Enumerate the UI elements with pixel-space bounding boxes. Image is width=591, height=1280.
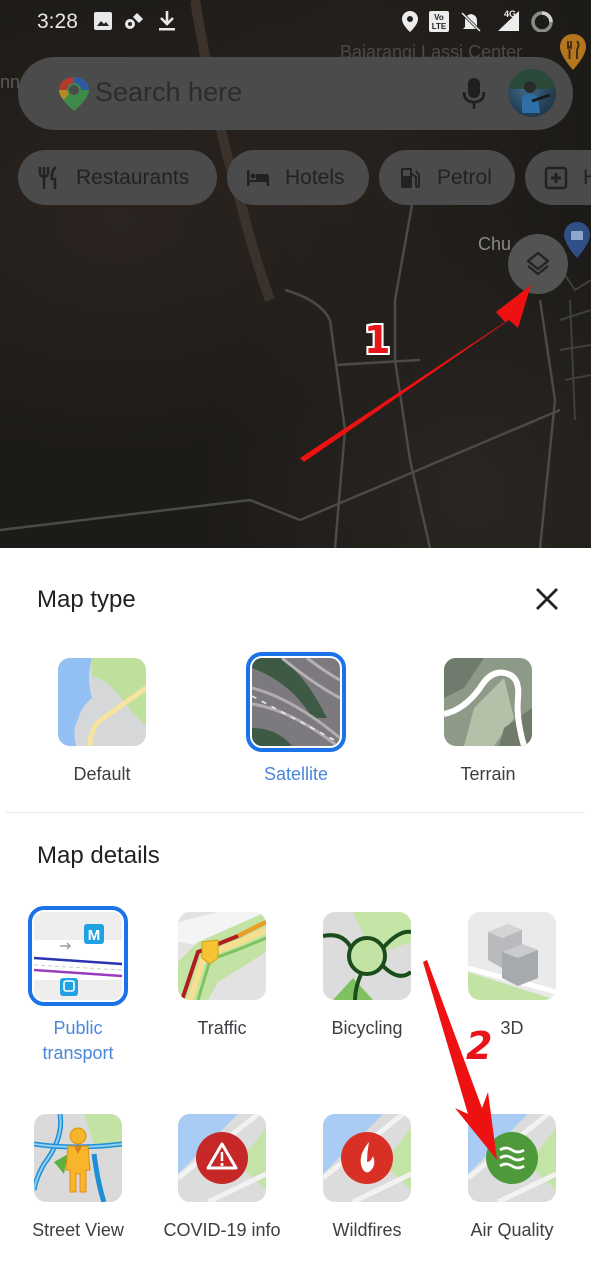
google-maps-logo-icon — [59, 77, 89, 111]
public-transport-thumbnail: M — [34, 912, 122, 1000]
air-quality-thumbnail — [468, 1114, 556, 1202]
svg-text:LTE: LTE — [432, 22, 447, 31]
close-icon[interactable] — [530, 582, 564, 616]
map-detail-label: Wildfires — [332, 1220, 402, 1240]
search-input[interactable]: Search here — [95, 77, 242, 108]
layers-button[interactable] — [508, 234, 568, 294]
image-icon — [94, 12, 112, 30]
terrain-map-thumbnail — [444, 658, 532, 746]
layers-icon — [526, 251, 550, 276]
chip-label: H — [583, 165, 591, 189]
layers-bottom-sheet: Map type Default Satellite Terrain Map d… — [0, 548, 591, 1280]
map-type-terrain[interactable]: Terrain — [418, 652, 558, 787]
fork-knife-icon — [38, 165, 57, 189]
map-detail-label: Public transport — [8, 1016, 148, 1066]
svg-text:M: M — [88, 927, 101, 944]
map-detail-3d[interactable]: 3D — [442, 906, 582, 1041]
map-details-title: Map details — [37, 842, 160, 869]
map-detail-public-transport[interactable]: M Public transport — [8, 906, 148, 1066]
bed-icon — [247, 169, 269, 186]
svg-text:Vo: Vo — [434, 13, 444, 22]
map-detail-label: COVID-19 info — [163, 1220, 281, 1240]
section-divider — [6, 812, 585, 813]
map-type-title: Map type — [37, 586, 136, 613]
map-detail-label: Street View — [32, 1220, 124, 1240]
default-map-thumbnail — [58, 658, 146, 746]
street-view-thumbnail — [34, 1114, 122, 1202]
hospital-plus-icon — [544, 166, 568, 189]
chip-label: Petrol — [437, 165, 492, 189]
map-type-default[interactable]: Default — [32, 652, 172, 787]
3d-thumbnail — [468, 912, 556, 1000]
search-bar[interactable]: Search here — [18, 57, 573, 130]
annotation-step-2: 2 — [466, 1024, 493, 1068]
bicycling-thumbnail — [323, 912, 411, 1000]
avatar[interactable] — [508, 69, 556, 117]
map-type-satellite[interactable]: Satellite — [226, 652, 366, 787]
volte-icon: Vo LTE — [429, 11, 449, 32]
map-place-label[interactable]: Chu — [478, 234, 511, 255]
map-detail-label: Traffic — [197, 1018, 247, 1038]
map-detail-label: Bicycling — [331, 1018, 403, 1038]
chip-hotels[interactable]: Hotels — [227, 150, 369, 205]
map-detail-wildfires[interactable]: Wildfires — [297, 1108, 437, 1243]
mute-bell-icon — [460, 11, 482, 33]
satellite-map-thumbnail — [252, 658, 340, 746]
status-bar: 3:28 Vo LTE 4G — [0, 0, 591, 44]
map-detail-label: 3D — [500, 1018, 524, 1038]
chip-restaurants[interactable]: Restaurants — [18, 150, 217, 205]
mic-icon[interactable] — [461, 78, 487, 110]
map-view[interactable]: Bajarangi Lassi Center Chu nn 3:28 Vo LT… — [0, 0, 591, 548]
status-time: 3:28 — [37, 10, 78, 33]
category-chips: Restaurants Hotels Petrol H — [18, 150, 591, 205]
label-line-1: Public — [53, 1018, 103, 1038]
covid-thumbnail — [178, 1114, 266, 1202]
map-detail-covid-info[interactable]: COVID-19 info — [152, 1108, 292, 1243]
shopping-poi-pin-icon[interactable] — [564, 222, 590, 260]
map-type-label: Terrain — [460, 764, 516, 784]
fuel-pump-icon — [401, 167, 420, 188]
loading-circle-icon — [531, 11, 553, 32]
profile-photo — [508, 69, 556, 113]
wildfires-thumbnail — [323, 1114, 411, 1202]
traffic-thumbnail — [178, 912, 266, 1000]
map-place-label: nn — [0, 72, 21, 92]
map-detail-street-view[interactable]: Street View — [8, 1108, 148, 1243]
chip-label: Restaurants — [76, 165, 190, 189]
satellite-settings-icon — [125, 12, 144, 29]
download-icon — [159, 11, 175, 31]
map-detail-label: Air Quality — [470, 1220, 554, 1240]
map-detail-traffic[interactable]: Traffic — [152, 906, 292, 1041]
chip-label: Hotels — [285, 165, 345, 189]
label-line-2: transport — [42, 1043, 114, 1063]
chip-hospitals[interactable]: H — [525, 150, 591, 205]
location-icon — [402, 11, 418, 32]
map-type-label: Default — [73, 764, 131, 784]
4g-signal-icon: 4G — [498, 9, 519, 31]
chip-petrol[interactable]: Petrol — [379, 150, 515, 205]
map-detail-air-quality[interactable]: Air Quality — [442, 1108, 582, 1243]
annotation-step-1: 1 — [364, 318, 391, 362]
map-type-label: Satellite — [263, 764, 329, 784]
svg-text:4G: 4G — [504, 9, 516, 19]
map-detail-bicycling[interactable]: Bicycling — [297, 906, 437, 1041]
